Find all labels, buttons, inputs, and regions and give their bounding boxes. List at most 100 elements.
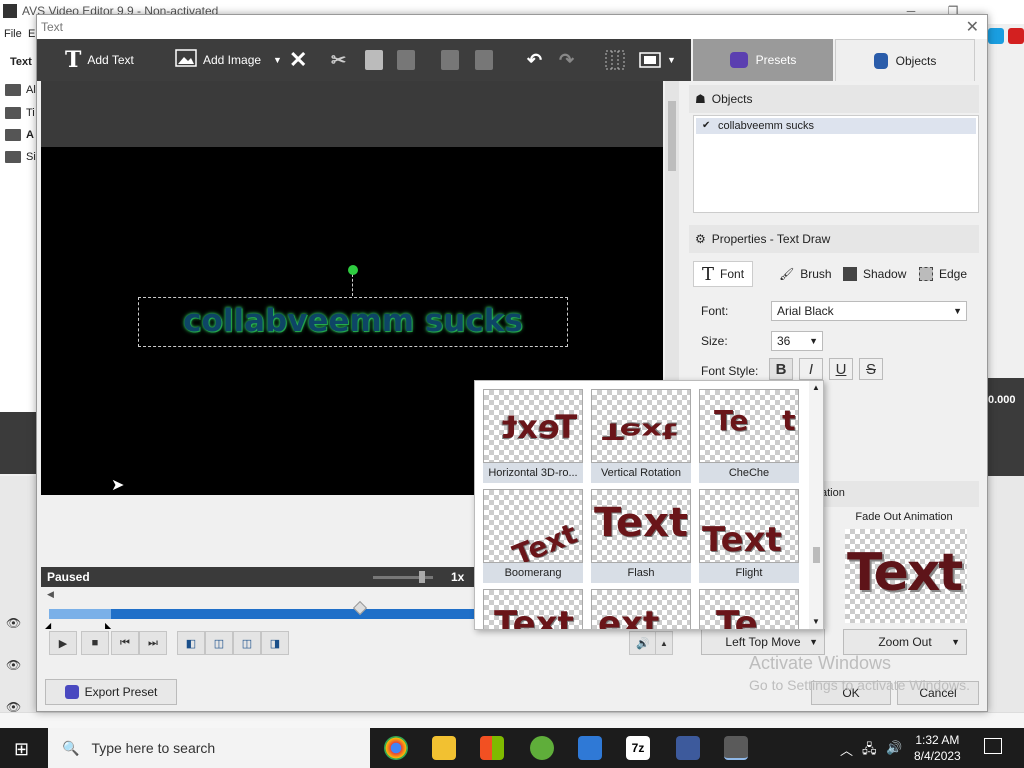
folder-label[interactable]: Si [26,151,36,163]
popup-scroll-thumb[interactable] [813,547,820,563]
menu-edit[interactable]: E [28,28,35,40]
font-select[interactable]: Arial Black ▼ [771,301,967,321]
paste-icon[interactable] [397,47,415,73]
popup-scrollbar[interactable]: ▲ ▼ [809,381,823,629]
effect-cheche[interactable]: Te t CheChe [699,389,799,485]
mark-out-button[interactable]: ◨ [261,631,289,655]
volume-dropdown[interactable]: ▲ [655,631,673,655]
effect-item[interactable]: Text [483,589,583,629]
effect-vertical-rotation[interactable]: Text Vertical Rotation [591,389,691,485]
export-preset-button[interactable]: Export Preset [45,679,177,705]
add-image-label: Add Image [203,53,262,67]
add-text-button[interactable]: T Add Text [65,47,134,73]
effect-boomerang[interactable]: Text Boomerang [483,489,583,585]
effect-item[interactable]: ext [591,589,691,629]
text-object-frame[interactable]: collabveemm sucks [138,297,568,347]
add-image-button[interactable]: Add Image ▼ [175,47,282,73]
copy-icon[interactable] [365,47,383,73]
undo-icon[interactable]: ↶ [527,47,542,73]
size-select-value: 36 [777,334,791,348]
network-icon[interactable]: 🖧 [862,740,877,762]
mouse-cursor-icon: ➤ [111,477,125,494]
close-icon[interactable]: ✕ [966,17,979,37]
rotation-handle[interactable] [348,265,358,275]
background-horizontal-scrollbar[interactable] [0,712,1024,728]
taskbar-search[interactable]: 🔍 Type here to search [48,728,370,768]
tab-font[interactable]: T Font [693,261,754,287]
youtube-icon[interactable] [1008,28,1024,44]
app-green-icon[interactable] [530,736,554,760]
eye-icon[interactable]: 👁 [6,616,21,630]
timeline-track[interactable] [49,609,489,619]
object-label: collabveemm sucks [718,120,814,132]
tab-presets[interactable]: Presets [693,39,833,81]
previous-frame-button[interactable]: ⏮ [111,631,139,655]
timeline-left-arrow-icon[interactable]: ◀ [47,589,54,600]
chrome-icon[interactable] [384,736,408,760]
redo-icon[interactable]: ↷ [559,47,574,73]
volume-icon[interactable]: 🔊 [886,740,902,756]
chevron-down-icon[interactable]: ▼ [273,55,282,65]
aspect-ratio-icon[interactable]: ▼ [639,47,676,73]
eye-icon[interactable]: 👁 [6,658,21,672]
list-item[interactable]: ✔ collabveemm sucks [696,118,976,134]
delete-icon[interactable]: ✕ [289,47,307,73]
scroll-down-icon[interactable]: ▼ [812,617,820,626]
app-icon[interactable] [988,28,1004,44]
strikethrough-button[interactable]: S [859,358,883,380]
timeline-selection[interactable] [49,609,111,619]
tab-shadow[interactable]: Shadow [843,261,906,287]
scroll-up-icon[interactable]: ▲ [812,383,820,392]
out-animation-select[interactable]: Zoom Out ▼ [843,629,967,655]
folder-label[interactable]: Al [26,84,36,96]
mark-center-button[interactable]: ◫ [205,631,233,655]
in-animation-select[interactable]: Left Top Move ▼ [701,629,825,655]
file-explorer-icon[interactable] [432,736,456,760]
underline-button[interactable]: U [829,358,853,380]
speed-value: 1x [451,570,465,584]
properties-tabs: T Font 🖌 Brush Shadow Edge [693,259,979,289]
background-right-icons [988,24,1024,74]
shadow-icon [843,267,857,281]
effect-flight[interactable]: Text Flight [699,489,799,585]
tab-brush[interactable]: 🖌 Brush [779,261,832,287]
chevron-down-icon[interactable]: ▼ [667,55,676,65]
folder-label[interactable]: Ti [26,107,35,119]
mark-range-button[interactable]: ◫ [233,631,261,655]
fade-out-preview[interactable]: Text [845,529,967,623]
app-blue-icon[interactable] [676,736,700,760]
menu-file[interactable]: File [4,28,22,40]
store-icon[interactable] [480,736,504,760]
bring-forward-icon[interactable] [441,47,459,73]
tab-edge[interactable]: Edge [919,261,967,287]
animation-partial-label: ation [821,487,845,499]
7zip-icon[interactable]: 7z [626,736,650,760]
windows-start-icon[interactable]: ⊞ [14,739,29,760]
folder-label[interactable]: A [26,129,34,141]
properties-header: ⚙ Properties - Text Draw [689,225,979,253]
tab-objects[interactable]: Objects [835,39,975,81]
bold-button[interactable]: B [769,358,793,380]
check-icon[interactable]: ✔ [702,121,712,131]
play-button[interactable]: ▶ [49,631,77,655]
taskbar-clock[interactable]: 1:32 AM 8/4/2023 [914,732,961,764]
chevron-up-icon[interactable]: ︿ [840,740,853,759]
send-backward-icon[interactable] [475,47,493,73]
size-select[interactable]: 36 ▼ [771,331,823,351]
effect-horizontal-3d-rotation[interactable]: Text Horizontal 3D-ro... [483,389,583,485]
grid-icon[interactable] [605,47,625,73]
next-frame-button[interactable]: ⏭ [139,631,167,655]
effect-flash[interactable]: Text Flash [591,489,691,585]
volume-button[interactable]: 🔊 [629,631,657,655]
notification-icon[interactable] [984,738,1002,754]
font-select-value: Arial Black [777,304,834,318]
stop-button[interactable]: ■ [81,631,109,655]
avs-video-editor-icon[interactable] [724,736,748,760]
effect-item[interactable]: Te [699,589,799,629]
video-app-icon[interactable] [578,736,602,760]
mark-in-button[interactable]: ◧ [177,631,205,655]
scrollbar-thumb[interactable] [668,101,676,171]
speed-slider-thumb[interactable] [419,571,425,583]
italic-button[interactable]: I [799,358,823,380]
cut-icon[interactable]: ✂ [331,47,346,73]
